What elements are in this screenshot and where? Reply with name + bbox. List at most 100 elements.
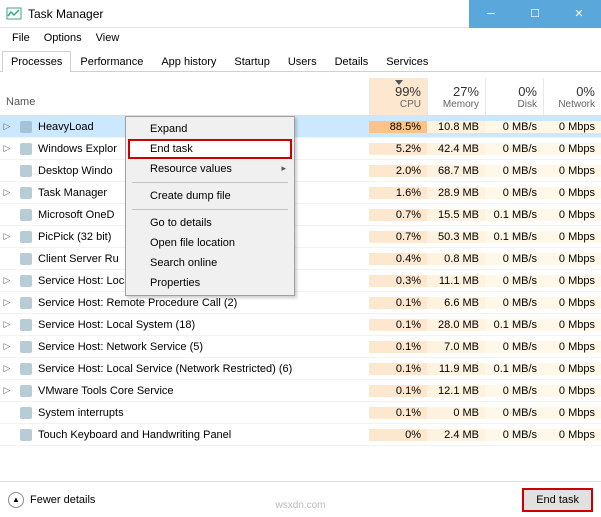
disk-cell: 0 MB/s bbox=[485, 253, 543, 265]
disk-cell: 0.1 MB/s bbox=[485, 209, 543, 221]
tab-app-history[interactable]: App history bbox=[152, 51, 225, 72]
chevron-up-icon: ▲ bbox=[8, 492, 24, 508]
expand-icon[interactable]: ▷ bbox=[0, 385, 14, 396]
col-memory[interactable]: 27% Memory bbox=[427, 78, 485, 115]
window-buttons: ─ ☐ ✕ bbox=[469, 0, 601, 28]
table-row[interactable]: ▷Service Host: Local Service (No Network… bbox=[0, 270, 601, 292]
context-menu-item[interactable]: Properties bbox=[128, 273, 292, 293]
cpu-cell: 5.2% bbox=[369, 143, 427, 155]
network-cell: 0 Mbps bbox=[543, 209, 601, 221]
table-row[interactable]: Client Server Ru0.4%0.8 MB0 MB/s0 Mbps bbox=[0, 248, 601, 270]
expand-icon[interactable]: ▷ bbox=[0, 275, 14, 286]
cpu-cell: 0% bbox=[369, 429, 427, 441]
expand-icon[interactable]: ▷ bbox=[0, 143, 14, 154]
context-menu-item[interactable]: Resource values bbox=[128, 159, 292, 179]
disk-cell: 0 MB/s bbox=[485, 407, 543, 419]
process-name: Service Host: Network Service (5) bbox=[38, 341, 369, 353]
cpu-cell: 0.1% bbox=[369, 297, 427, 309]
process-icon bbox=[18, 405, 34, 421]
expand-icon[interactable]: ▷ bbox=[0, 297, 14, 308]
table-row[interactable]: System interrupts0.1%0 MB0 MB/s0 Mbps bbox=[0, 402, 601, 424]
tab-services[interactable]: Services bbox=[377, 51, 437, 72]
menu-options[interactable]: Options bbox=[38, 30, 88, 46]
memory-cell: 6.6 MB bbox=[427, 297, 485, 309]
context-menu-item[interactable]: Create dump file bbox=[128, 186, 292, 206]
close-button[interactable]: ✕ bbox=[557, 0, 601, 28]
table-row[interactable]: Touch Keyboard and Handwriting Panel0%2.… bbox=[0, 424, 601, 446]
memory-cell: 42.4 MB bbox=[427, 143, 485, 155]
process-icon bbox=[18, 185, 34, 201]
process-name: Service Host: Local Service (Network Res… bbox=[38, 363, 369, 375]
cpu-cell: 1.6% bbox=[369, 187, 427, 199]
cpu-cell: 2.0% bbox=[369, 165, 427, 177]
tab-startup[interactable]: Startup bbox=[225, 51, 278, 72]
fewer-details[interactable]: ▲ Fewer details bbox=[8, 492, 95, 508]
fewer-details-label: Fewer details bbox=[30, 494, 95, 506]
context-menu-item[interactable]: Expand bbox=[128, 119, 292, 139]
memory-cell: 11.1 MB bbox=[427, 275, 485, 287]
maximize-button[interactable]: ☐ bbox=[513, 0, 557, 28]
disk-cell: 0 MB/s bbox=[485, 187, 543, 199]
col-name[interactable]: Name bbox=[0, 78, 369, 115]
process-icon bbox=[18, 427, 34, 443]
network-cell: 0 Mbps bbox=[543, 363, 601, 375]
table-row[interactable]: Microsoft OneD0.7%15.5 MB0.1 MB/s0 Mbps bbox=[0, 204, 601, 226]
table-row[interactable]: Desktop Windo2.0%68.7 MB0 MB/s0 Mbps bbox=[0, 160, 601, 182]
cpu-cell: 0.1% bbox=[369, 385, 427, 397]
process-icon bbox=[18, 251, 34, 267]
minimize-button[interactable]: ─ bbox=[469, 0, 513, 28]
network-cell: 0 Mbps bbox=[543, 429, 601, 441]
menu-view[interactable]: View bbox=[90, 30, 126, 46]
tab-users[interactable]: Users bbox=[279, 51, 326, 72]
network-cell: 0 Mbps bbox=[543, 121, 601, 133]
col-disk-pct: 0% bbox=[492, 84, 537, 99]
disk-cell: 0 MB/s bbox=[485, 121, 543, 133]
tab-processes[interactable]: Processes bbox=[2, 51, 71, 72]
table-row[interactable]: ▷Windows Explor5.2%42.4 MB0 MB/s0 Mbps bbox=[0, 138, 601, 160]
network-cell: 0 Mbps bbox=[543, 275, 601, 287]
disk-cell: 0.1 MB/s bbox=[485, 231, 543, 243]
expand-icon[interactable]: ▷ bbox=[0, 187, 14, 198]
expand-icon[interactable]: ▷ bbox=[0, 341, 14, 352]
table-row[interactable]: ▷VMware Tools Core Service0.1%12.1 MB0 M… bbox=[0, 380, 601, 402]
table-row[interactable]: ▷PicPick (32 bit)0.7%50.3 MB0.1 MB/s0 Mb… bbox=[0, 226, 601, 248]
tab-details[interactable]: Details bbox=[326, 51, 378, 72]
col-network[interactable]: 0% Network bbox=[543, 78, 601, 115]
expand-icon[interactable]: ▷ bbox=[0, 319, 14, 330]
memory-cell: 0.8 MB bbox=[427, 253, 485, 265]
col-network-pct: 0% bbox=[550, 84, 595, 99]
table-row[interactable]: ▷Service Host: Remote Procedure Call (2)… bbox=[0, 292, 601, 314]
col-disk[interactable]: 0% Disk bbox=[485, 78, 543, 115]
menu-file[interactable]: File bbox=[6, 30, 36, 46]
cpu-cell: 0.1% bbox=[369, 407, 427, 419]
expand-icon[interactable]: ▷ bbox=[0, 363, 14, 374]
table-row[interactable]: ▷ Service Host: Local Service (Network Re… bbox=[0, 358, 601, 380]
cpu-cell: 88.5% bbox=[369, 121, 427, 133]
memory-cell: 0 MB bbox=[427, 407, 485, 419]
network-cell: 0 Mbps bbox=[543, 231, 601, 243]
col-cpu[interactable]: 99% CPU bbox=[369, 78, 427, 115]
expand-icon[interactable]: ▷ bbox=[0, 231, 14, 242]
menubar: File Options View bbox=[0, 28, 601, 48]
tab-performance[interactable]: Performance bbox=[71, 51, 152, 72]
process-name: System interrupts bbox=[38, 407, 369, 419]
expand-icon[interactable]: ▷ bbox=[0, 121, 14, 132]
table-row[interactable]: ▷Task Manager1.6%28.9 MB0 MB/s0 Mbps bbox=[0, 182, 601, 204]
network-cell: 0 Mbps bbox=[543, 319, 601, 331]
process-icon bbox=[18, 207, 34, 223]
end-task-button[interactable]: End task bbox=[522, 488, 593, 512]
table-row[interactable]: ▷HeavyLoad88.5%10.8 MB0 MB/s0 Mbps bbox=[0, 116, 601, 138]
context-menu-item[interactable]: End task bbox=[128, 139, 292, 159]
memory-cell: 7.0 MB bbox=[427, 341, 485, 353]
process-icon bbox=[18, 383, 34, 399]
context-menu-item[interactable]: Search online bbox=[128, 253, 292, 273]
col-memory-label: Memory bbox=[434, 99, 479, 110]
context-menu-item[interactable]: Open file location bbox=[128, 233, 292, 253]
process-icon bbox=[18, 339, 34, 355]
table-row[interactable]: ▷Service Host: Local System (18)0.1%28.0… bbox=[0, 314, 601, 336]
memory-cell: 12.1 MB bbox=[427, 385, 485, 397]
memory-cell: 15.5 MB bbox=[427, 209, 485, 221]
table-row[interactable]: ▷Service Host: Network Service (5)0.1%7.… bbox=[0, 336, 601, 358]
memory-cell: 28.9 MB bbox=[427, 187, 485, 199]
context-menu-item[interactable]: Go to details bbox=[128, 213, 292, 233]
